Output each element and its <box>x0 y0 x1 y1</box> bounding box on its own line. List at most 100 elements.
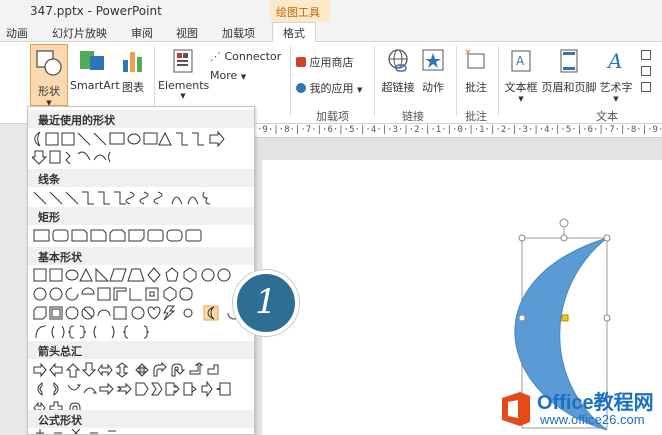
svg-text:A: A <box>606 49 622 73</box>
resize-handle[interactable] <box>603 234 611 242</box>
basic-shapes-icons <box>33 267 231 283</box>
basic-shapes-icons <box>33 305 241 321</box>
textbox-label: 文本框 <box>504 81 538 94</box>
equation-shapes-row[interactable] <box>32 429 252 434</box>
hyperlink-icon <box>388 49 408 72</box>
ribbon-separator <box>374 46 375 116</box>
rotate-handle[interactable] <box>559 218 569 228</box>
recent-shapes-row[interactable] <box>32 130 252 148</box>
store-label: 应用商店 <box>309 56 354 69</box>
smartart-label: SmartArt <box>70 79 120 92</box>
chart-button[interactable]: 图表 <box>118 48 148 95</box>
recent-shapes-icons <box>32 150 111 165</box>
ribbon-separator <box>498 46 499 116</box>
text-more-buttons[interactable] <box>636 50 656 92</box>
connector-button[interactable]: ⋰ Connector <box>210 50 281 63</box>
basic-shapes-row-1[interactable] <box>32 266 252 284</box>
bracket-shapes-icons <box>35 325 150 339</box>
header-footer-button[interactable]: 页眉和页脚 <box>541 48 597 95</box>
star-icon <box>422 49 444 71</box>
textbox-icon: A <box>511 50 531 72</box>
tab-slideshow[interactable]: 幻灯片放映 <box>52 25 107 41</box>
category-block-arrows: 箭头总汇 <box>28 341 254 359</box>
store-icon <box>296 57 306 67</box>
watermark-url: www.office26.com <box>540 412 645 427</box>
ribbon-separator <box>290 46 291 116</box>
comment-icon <box>465 49 485 69</box>
equation-shape-icons <box>36 429 116 434</box>
lines-row[interactable] <box>32 189 252 207</box>
elements-label: Elements <box>158 79 210 92</box>
tab-view[interactable]: 视图 <box>176 25 198 41</box>
text-options-icon <box>641 82 651 92</box>
links-group-label: 链接 <box>402 110 424 123</box>
comment-button[interactable]: 批注 <box>461 48 491 95</box>
arrows-row-1[interactable] <box>32 361 252 379</box>
textbox-button[interactable]: A 文本框 ▼ <box>503 48 539 103</box>
horizontal-ruler: ·9·|·8·|·7·|·6·|·5·|·4·|·3·|·2·|·1·|·0·|… <box>255 124 662 138</box>
my-apps-label: 我的应用 <box>309 82 354 95</box>
resize-handle[interactable] <box>518 314 526 322</box>
smartart-button[interactable]: SmartArt <box>70 48 120 92</box>
category-basic-shapes: 基本形状 <box>28 247 254 265</box>
shapes-button[interactable]: 形状 ▼ <box>30 44 68 107</box>
hyperlink-button[interactable]: 超链接 <box>378 48 418 95</box>
drawing-tools-label: 绘图工具 <box>276 6 320 19</box>
addins-group-label: 加载项 <box>316 110 349 123</box>
watermark-brand: Office教程网 <box>537 392 654 414</box>
tab-addins[interactable]: 加载项 <box>222 25 255 41</box>
elements-icon <box>173 49 193 73</box>
wordart-button[interactable]: A 艺术字 ▼ <box>598 48 634 103</box>
resize-handle[interactable] <box>518 234 526 242</box>
comments-group-label: 批注 <box>465 110 487 123</box>
basic-shapes-row-2[interactable] <box>32 285 252 303</box>
my-apps-button[interactable]: 我的应用 ▼ <box>296 80 362 96</box>
recent-shapes-row-2[interactable] <box>32 148 252 166</box>
wordart-label: 艺术字 <box>599 81 633 94</box>
arrows-row-2[interactable] <box>32 380 252 398</box>
drawing-tools-context-tab: 绘图工具 <box>270 0 330 22</box>
rectangles-row[interactable] <box>32 227 252 245</box>
store-button[interactable]: 应用商店 <box>296 54 354 70</box>
comment-label: 批注 <box>465 81 487 94</box>
hyperlink-label: 超链接 <box>381 81 415 94</box>
tab-format[interactable]: 格式 <box>272 22 316 43</box>
ribbon-tabs: 动画 幻灯片放映 审阅 视图 加载项 格式 <box>0 22 662 43</box>
elements-button[interactable]: Elements ▼ <box>158 48 210 100</box>
wordart-icon: A <box>606 49 622 73</box>
action-button[interactable]: 动作 <box>419 48 447 95</box>
category-rectangles: 矩形 <box>28 207 254 225</box>
connector-icon: ⋰ <box>210 50 221 63</box>
chart-label: 图表 <box>122 81 144 94</box>
title-bar: 347.pptx - PowerPoint 绘图工具 <box>0 0 662 22</box>
step-number-callout: 1 <box>233 270 299 336</box>
header-footer-icon <box>560 49 578 73</box>
basic-shapes-row-3[interactable] <box>32 304 252 322</box>
category-recent: 最近使用的形状 <box>28 110 254 128</box>
category-lines: 线条 <box>28 169 254 187</box>
chevron-down-icon: ▼ <box>357 86 363 94</box>
chevron-down-icon: ▼ <box>240 73 247 81</box>
tab-review[interactable]: 审阅 <box>131 25 153 41</box>
basic-shapes-row-4[interactable] <box>32 323 252 341</box>
chart-icon <box>123 52 142 72</box>
apps-icon <box>296 83 306 93</box>
header-footer-label: 页眉和页脚 <box>541 81 597 94</box>
resize-handle[interactable] <box>560 234 568 242</box>
chevron-down-icon: ▼ <box>613 95 619 103</box>
ruler-ticks: ·9·|·8·|·7·|·6·|·5·|·4·|·3·|·2·|·1·|·0·|… <box>257 125 662 135</box>
adjust-handle[interactable] <box>561 314 569 322</box>
text-group-label: 文本 <box>596 110 618 123</box>
resize-handle[interactable] <box>603 314 611 322</box>
svg-text:A: A <box>516 54 525 68</box>
more-label: More <box>210 69 238 82</box>
tab-animations[interactable]: 动画 <box>6 25 28 41</box>
action-label: 动作 <box>422 81 444 94</box>
line-shapes-icons <box>33 191 211 205</box>
category-equation-shapes: 公式形状 <box>28 410 254 428</box>
shapes-icon <box>36 50 62 76</box>
more-button[interactable]: More ▼ <box>210 69 246 82</box>
text-options-icon <box>641 50 651 60</box>
block-arrow-icons <box>37 380 231 398</box>
ribbon-separator <box>456 46 457 116</box>
